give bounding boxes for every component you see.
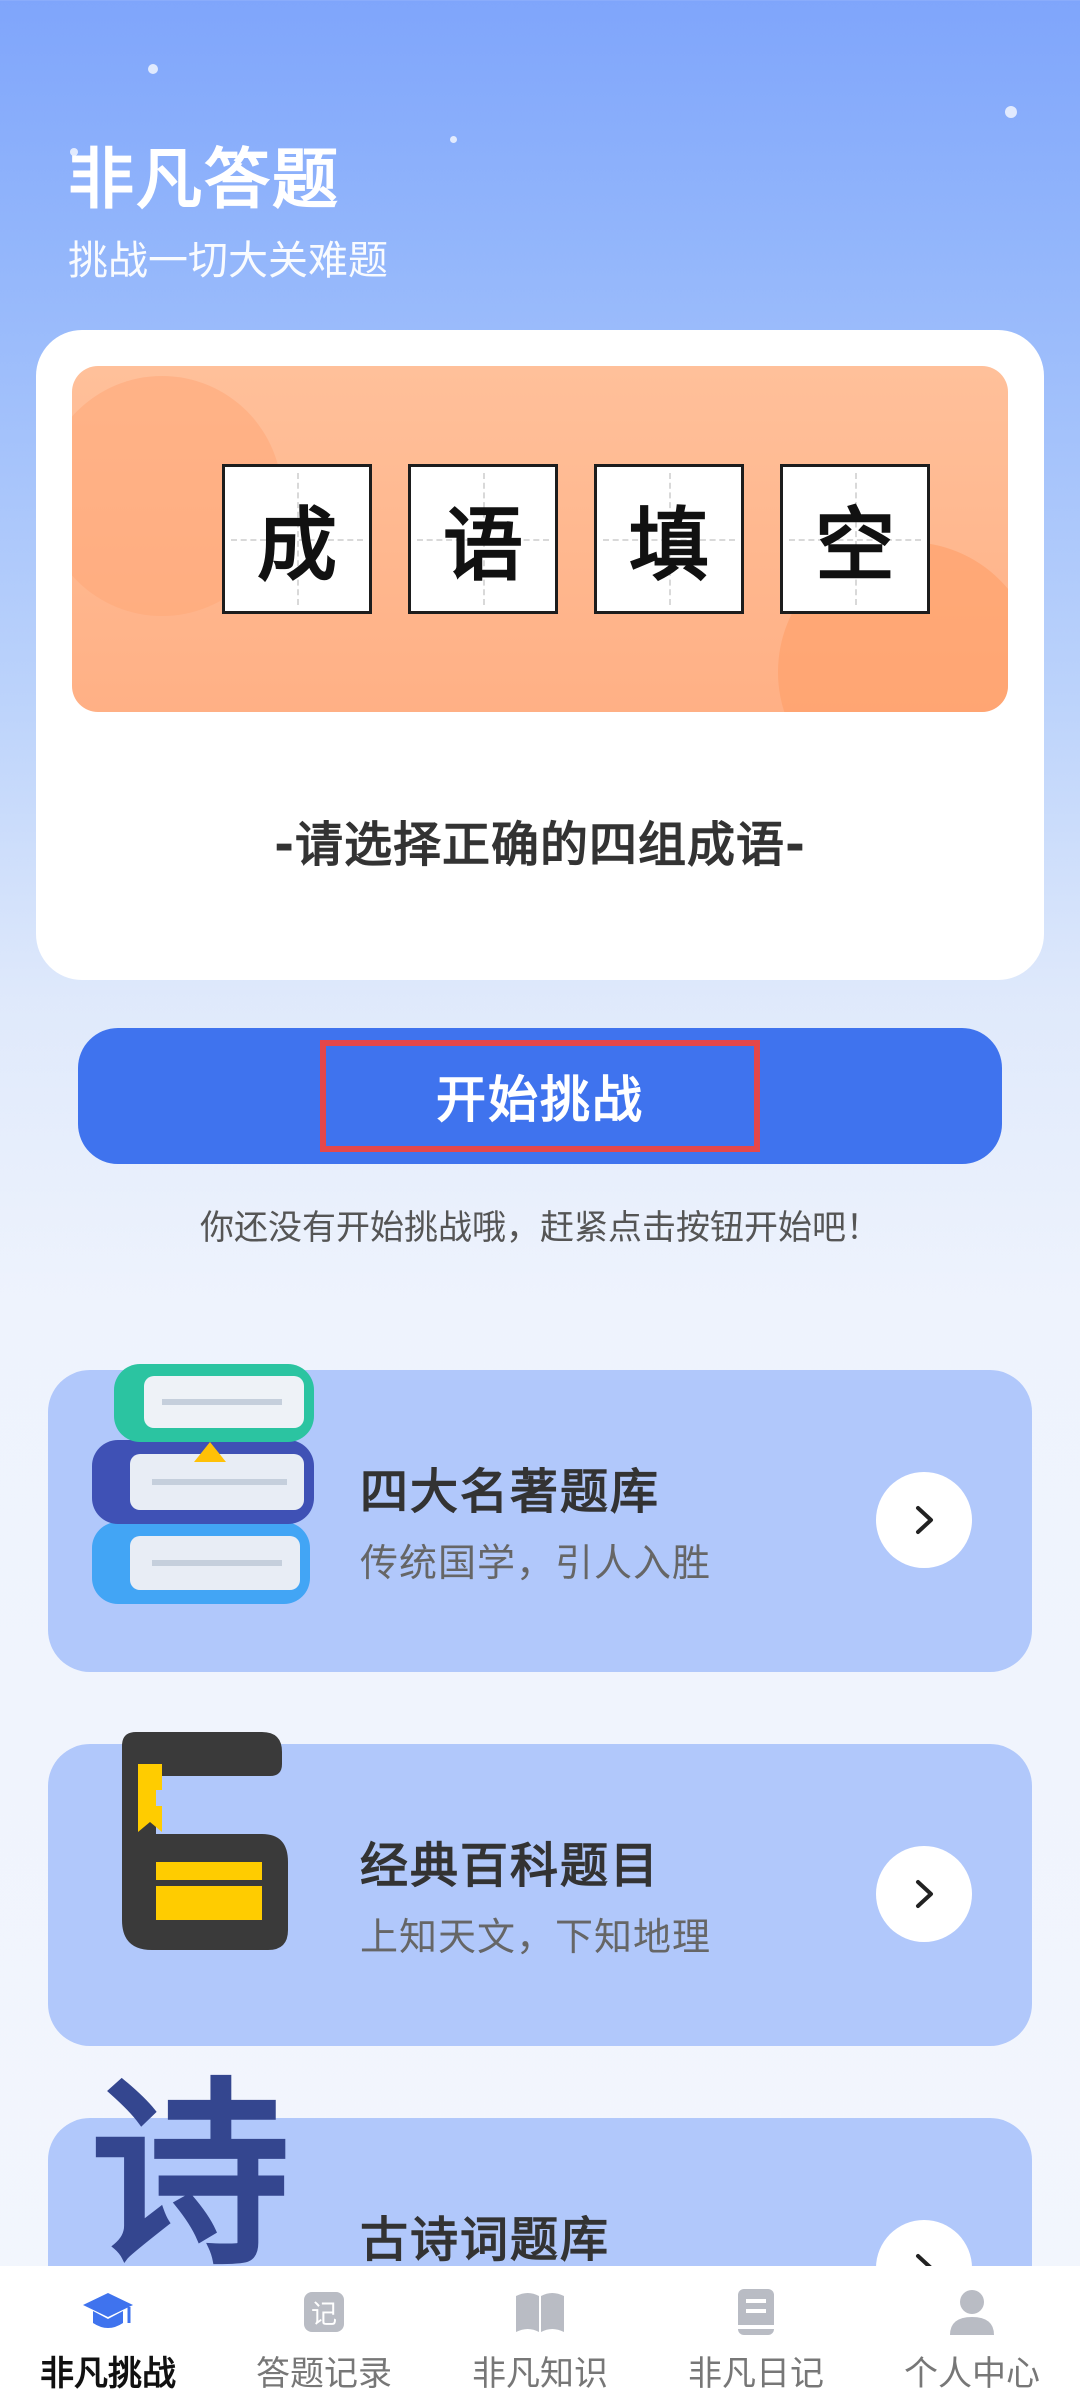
- idiom-character-box: 语: [408, 464, 558, 614]
- idiom-character-box: 成: [222, 464, 372, 614]
- start-challenge-button[interactable]: 开始挑战: [78, 1028, 1002, 1164]
- tab-label: 非凡日记: [688, 2354, 824, 2394]
- tab-label: 个人中心: [904, 2354, 1040, 2394]
- category-title: 四大名著题库: [360, 1464, 661, 1520]
- category-subtitle: 上知天文，下知地理: [360, 1915, 712, 1959]
- chevron-right-icon[interactable]: [876, 1846, 972, 1942]
- record-icon: 记: [296, 2284, 352, 2340]
- books-stack-icon: [92, 1364, 314, 1604]
- category-card-four-classics[interactable]: 四大名著题库 传统国学，引人入胜: [48, 1364, 1032, 1672]
- tab-profile[interactable]: 个人中心: [864, 2266, 1080, 2408]
- start-challenge-label[interactable]: 开始挑战: [320, 1040, 760, 1152]
- tab-label: 非凡知识: [472, 2354, 608, 2394]
- app-title: 非凡答题: [68, 141, 340, 218]
- sparkle-decoration: [450, 136, 457, 143]
- sparkle-decoration: [148, 64, 158, 74]
- category-title: 古诗词题库: [360, 2212, 611, 2268]
- open-book-icon: [122, 1732, 288, 1950]
- idiom-banner: 成 语 填 空: [72, 366, 1008, 712]
- tab-diary[interactable]: 非凡日记: [648, 2266, 864, 2408]
- tab-knowledge[interactable]: 非凡知识: [432, 2266, 648, 2408]
- start-hint-text: 你还没有开始挑战哦，赶紧点击按钮开始吧！: [200, 1208, 880, 1248]
- hero-tagline: -请选择正确的四组成语-: [274, 817, 806, 873]
- category-card-encyclopedia[interactable]: 经典百科题目 上知天文，下知地理: [48, 1732, 1032, 2046]
- tab-answer-records[interactable]: 记 答题记录: [216, 2266, 432, 2408]
- idiom-character-row: 成 语 填 空: [222, 464, 930, 614]
- sparkle-decoration: [1005, 106, 1017, 118]
- graduation-cap-icon: [80, 2284, 136, 2340]
- idiom-character-box: 填: [594, 464, 744, 614]
- diary-icon: [728, 2284, 784, 2340]
- tab-challenge[interactable]: 非凡挑战: [0, 2266, 216, 2408]
- hero-card: 成 语 填 空 -请选择正确的四组成语-: [36, 330, 1044, 980]
- tab-label: 非凡挑战: [40, 2354, 176, 2394]
- tab-label: 答题记录: [256, 2354, 392, 2394]
- poem-character-icon: 诗: [90, 2058, 291, 2293]
- app-subtitle: 挑战一切大关难题: [68, 238, 388, 284]
- bottom-tab-bar: 非凡挑战 记 答题记录 非凡知识 非凡日记 个人中心: [0, 2266, 1080, 2408]
- book-icon: [512, 2284, 568, 2340]
- idiom-character-box: 空: [780, 464, 930, 614]
- chevron-right-icon[interactable]: [876, 1472, 972, 1568]
- person-icon: [944, 2284, 1000, 2340]
- category-subtitle: 传统国学，引人入胜: [360, 1541, 712, 1585]
- category-title: 经典百科题目: [360, 1838, 661, 1894]
